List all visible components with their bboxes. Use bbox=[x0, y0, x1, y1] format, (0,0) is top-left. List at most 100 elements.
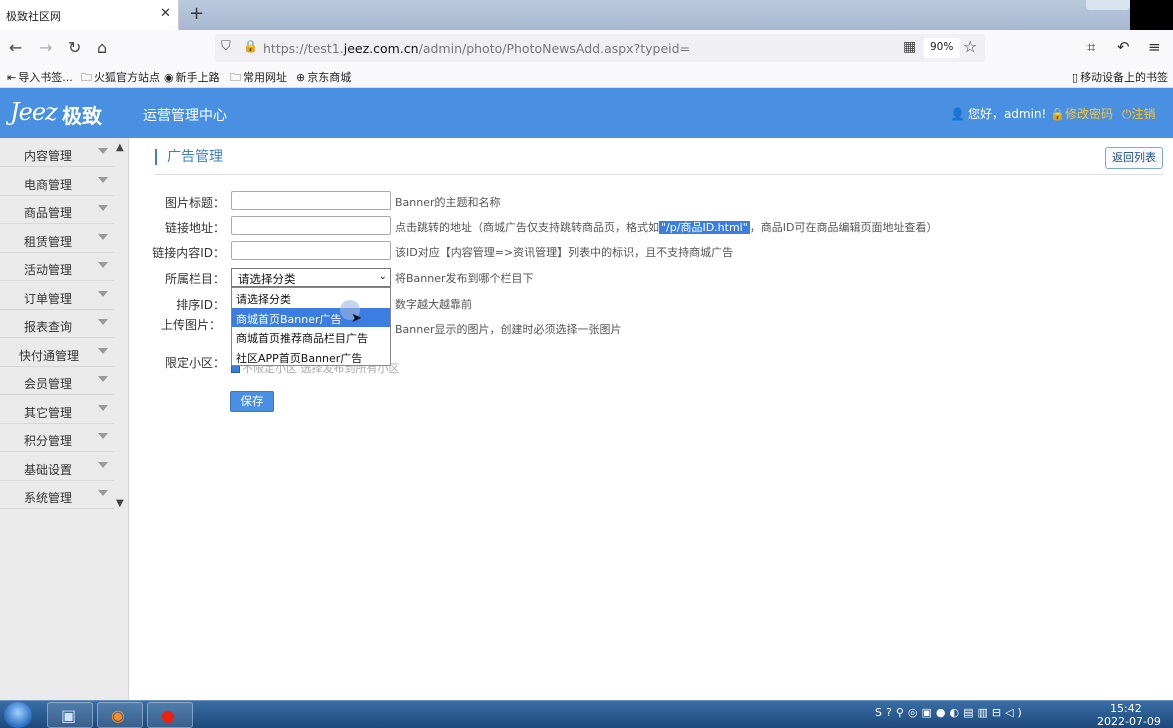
bookmark-common-sites[interactable]: 🗀 常用网址 bbox=[230, 69, 287, 88]
taskbar-app-recorder[interactable]: ● bbox=[147, 702, 193, 728]
dropdown-option[interactable]: 请选择分类 bbox=[232, 288, 390, 307]
bookmark-firefox-official[interactable]: 🗀 火狐官方站点 bbox=[81, 69, 160, 88]
category-select[interactable]: 请选择分类 ⌄ bbox=[231, 268, 391, 287]
menu-icon[interactable]: ≡ bbox=[1148, 38, 1161, 56]
sidebar-item-reports[interactable]: 报表查询 bbox=[0, 310, 114, 338]
system-tray-icons[interactable]: S?⚲◎▣●◐▤▥⊟◁) bbox=[875, 706, 1026, 719]
link-content-id-label: 链接内容ID： bbox=[152, 246, 225, 260]
caret-down-icon bbox=[98, 177, 108, 183]
sidebar-item-rental[interactable]: 租赁管理 bbox=[0, 225, 114, 253]
link-content-id-input[interactable] bbox=[231, 241, 391, 260]
caret-down-icon bbox=[98, 348, 108, 354]
link-url-label: 链接地址： bbox=[164, 221, 225, 235]
window-close-area[interactable] bbox=[1130, 0, 1173, 30]
reload-icon[interactable]: ↻ bbox=[68, 38, 81, 57]
caret-down-icon bbox=[98, 433, 108, 439]
bookmark-mobile[interactable]: ▯ 移动设备上的书签 bbox=[1072, 69, 1168, 85]
sidebar-item-content[interactable]: 内容管理 bbox=[0, 139, 114, 167]
tab-title: 极致社区网 bbox=[6, 10, 61, 23]
home-icon[interactable]: ⌂ bbox=[97, 38, 107, 57]
close-icon[interactable]: ✕ bbox=[160, 6, 171, 21]
caret-down-icon bbox=[98, 376, 108, 382]
image-title-input[interactable] bbox=[231, 191, 391, 210]
link-content-id-hint: 该ID对应【内容管理=>资讯管理】列表中的标识，且不支持商城广告 bbox=[395, 246, 734, 259]
caret-down-icon bbox=[98, 405, 108, 411]
browser-tab-bar: 极致社区网 ✕ + bbox=[0, 0, 1173, 30]
forward-icon[interactable]: → bbox=[39, 38, 52, 57]
clock-time[interactable]: 15:42 bbox=[1110, 702, 1142, 715]
logo: Jeez bbox=[10, 98, 58, 126]
scroll-down-icon[interactable]: ▼ bbox=[116, 498, 124, 509]
lock-icon: 🔒 bbox=[1050, 107, 1065, 121]
image-title-label: 图片标题： bbox=[164, 196, 225, 210]
main-content: 广告管理 返回列表 图片标题： Banner的主题和名称 链接地址： 点击跳转的… bbox=[129, 138, 1173, 700]
dropdown-option[interactable]: 商城首页推荐商品栏目广告 bbox=[232, 327, 390, 346]
sidebar-item-orders[interactable]: 订单管理 bbox=[0, 282, 114, 310]
bookmarks-bar: ⇤ 导入书签... 🗀 火狐官方站点 ◉ 新手上路 🗀 常用网址 ⊕ 京东商城 ▯ 移动设备… bbox=[0, 66, 1173, 88]
import-icon: ⇤ bbox=[7, 71, 17, 84]
sidebar-item-system[interactable]: 系统管理 bbox=[0, 481, 114, 509]
caret-down-icon bbox=[98, 262, 108, 268]
bookmark-import[interactable]: ⇤ 导入书签... bbox=[7, 69, 73, 85]
screenshot-icon[interactable]: ⌗ bbox=[1087, 38, 1095, 56]
divider bbox=[155, 174, 1163, 175]
bookmark-jd[interactable]: ⊕ 京东商城 bbox=[296, 69, 351, 85]
caret-down-icon bbox=[98, 234, 108, 240]
url-text[interactable]: https://test1.jeez.com.cn/admin/photo/Ph… bbox=[263, 41, 690, 56]
power-icon: ⏻ bbox=[1122, 107, 1132, 121]
sidebar-item-other[interactable]: 其它管理 bbox=[0, 396, 114, 424]
lock-icon[interactable]: 🔒 bbox=[243, 39, 258, 53]
zoom-level[interactable]: 90% bbox=[923, 38, 961, 58]
app-title: 运营管理中心 bbox=[143, 108, 227, 124]
window-controls[interactable] bbox=[1086, 0, 1130, 10]
taskbar-app-explorer[interactable]: ▣ bbox=[47, 702, 93, 728]
caret-down-icon bbox=[98, 462, 108, 468]
caret-down-icon bbox=[98, 148, 108, 154]
mobile-icon: ▯ bbox=[1072, 71, 1079, 84]
star-icon[interactable]: ☆ bbox=[963, 37, 977, 56]
app-header: Jeez 极致 运营管理中心 👤 您好，admin! 🔒修改密码 ⏻注销 bbox=[0, 88, 1173, 138]
caret-down-icon bbox=[98, 205, 108, 211]
shield-icon[interactable]: ⛉ bbox=[221, 39, 231, 54]
sidebar-item-points[interactable]: 积分管理 bbox=[0, 424, 114, 452]
firefox-icon: ◉ bbox=[164, 71, 174, 84]
address-bar[interactable]: ⛉ 🔒 https://test1.jeez.com.cn/admin/phot… bbox=[215, 34, 985, 62]
logout-link[interactable]: ⏻注销 bbox=[1122, 105, 1156, 122]
qr-code-icon[interactable]: ▦ bbox=[903, 39, 916, 55]
dropdown-option-highlighted[interactable]: 商城首页Banner广告 bbox=[232, 308, 390, 327]
back-to-list-button[interactable]: 返回列表 bbox=[1105, 147, 1163, 169]
firefox-icon: ◉ bbox=[111, 706, 125, 725]
change-password-link[interactable]: 🔒修改密码 bbox=[1050, 105, 1113, 122]
start-button[interactable] bbox=[4, 702, 32, 728]
folder-icon: 🗀 bbox=[81, 71, 92, 84]
os-taskbar: ▣ ◉ ● S?⚲◎▣●◐▤▥⊟◁) 15:42 2022-07-09 bbox=[0, 700, 1173, 728]
sidebar: 内容管理 电商管理 商品管理 租赁管理 活动管理 订单管理 报表查询 快付通管理… bbox=[0, 138, 129, 700]
sidebar-item-quickpay[interactable]: 快付通管理 bbox=[0, 339, 114, 367]
sidebar-item-basic-settings[interactable]: 基础设置 bbox=[0, 453, 114, 481]
caret-down-icon bbox=[98, 490, 108, 496]
category-dropdown-list: 请选择分类 商城首页Banner广告 商城首页推荐商品栏目广告 社区APP首页B… bbox=[231, 287, 391, 366]
dropdown-option[interactable]: 社区APP首页Banner广告 bbox=[232, 347, 390, 366]
caret-down-icon bbox=[98, 291, 108, 297]
new-tab-icon[interactable]: + bbox=[189, 3, 204, 24]
chevron-down-icon: ⌄ bbox=[378, 271, 387, 282]
browser-tab[interactable]: 极致社区网 ✕ bbox=[0, 0, 179, 30]
user-greeting: 👤 您好，admin! bbox=[950, 107, 1047, 121]
page-title: 广告管理 bbox=[155, 149, 223, 165]
mouse-cursor-icon: ➤ bbox=[351, 311, 362, 326]
sidebar-item-goods[interactable]: 商品管理 bbox=[0, 196, 114, 224]
sidebar-item-activity[interactable]: 活动管理 bbox=[0, 253, 114, 281]
sidebar-item-ecommerce[interactable]: 电商管理 bbox=[0, 168, 114, 196]
link-url-input[interactable] bbox=[231, 216, 391, 235]
bookmark-getting-started[interactable]: ◉ 新手上路 bbox=[164, 69, 220, 85]
link-url-hint: 点击跳转的地址（商城广告仅支持跳转商品页，格式如 "/p/商品ID.html" ，商… bbox=[395, 221, 938, 234]
back-icon[interactable]: ← bbox=[9, 38, 22, 57]
save-button[interactable]: 保存 bbox=[230, 391, 274, 412]
taskbar-app-firefox[interactable]: ◉ bbox=[97, 702, 143, 728]
sidebar-item-members[interactable]: 会员管理 bbox=[0, 367, 114, 395]
clock-date[interactable]: 2022-07-09 bbox=[1097, 715, 1161, 728]
undo-icon[interactable]: ↶ bbox=[1117, 38, 1130, 56]
sort-id-label: 排序ID： bbox=[176, 298, 225, 312]
limit-community-label: 限定小区： bbox=[164, 356, 225, 370]
scroll-up-icon[interactable]: ▲ bbox=[116, 142, 124, 153]
